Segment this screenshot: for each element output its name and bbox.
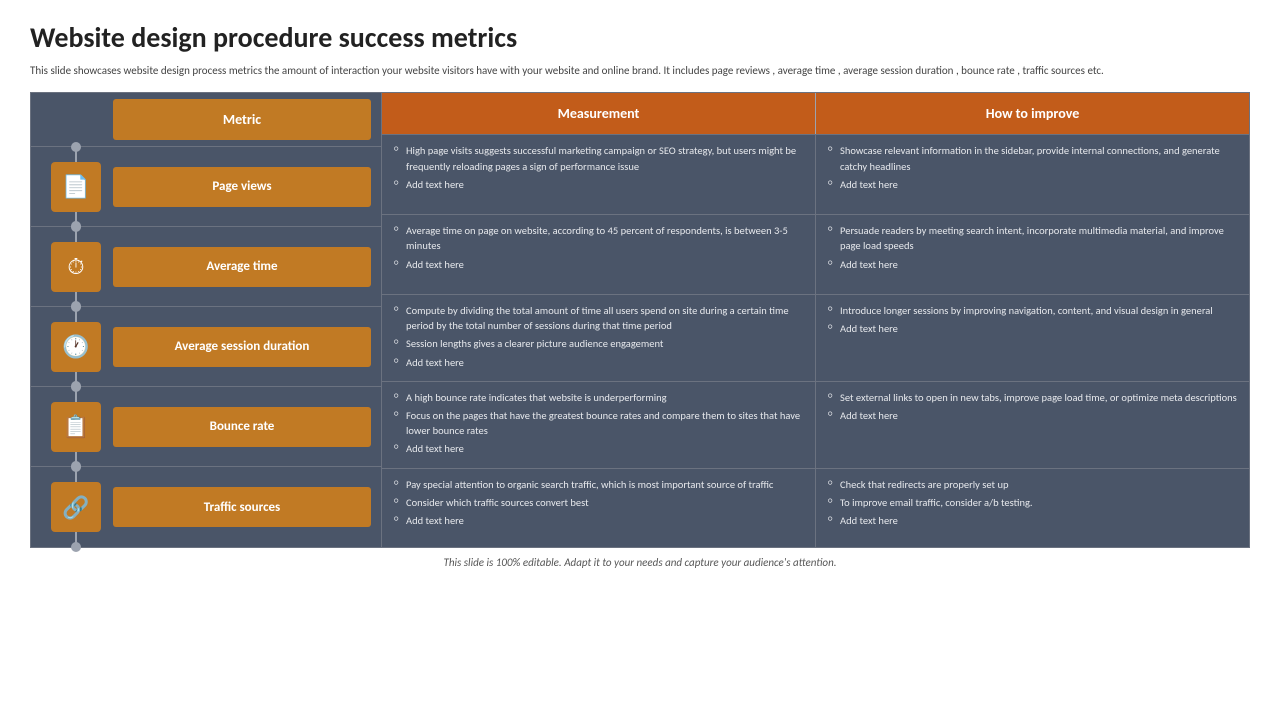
list-item: Add text here xyxy=(394,513,803,528)
list-item: Compute by dividing the total amount of … xyxy=(394,303,803,333)
metric-icon-bounce-rate: 📋 xyxy=(51,402,101,452)
metric-label-average-session-duration: Average session duration xyxy=(113,327,371,367)
table-row-average-time: Average time on page on website, accordi… xyxy=(382,214,1249,294)
how-cell-average-session-duration: Introduce longer sessions by improving n… xyxy=(816,295,1249,381)
measurement-cell-traffic-sources: Pay special attention to organic search … xyxy=(382,469,816,548)
list-item: Introduce longer sessions by improving n… xyxy=(828,303,1237,318)
table-row-page-views: High page visits suggests successful mar… xyxy=(382,134,1249,214)
metric-icon-average-time: ⏱ xyxy=(51,242,101,292)
content-area: Metric 📄 Page views ⏱ Average time 🕐 Average … xyxy=(30,92,1250,548)
metric-label-average-time: Average time xyxy=(113,247,371,287)
metric-label-traffic-sources: Traffic sources xyxy=(113,487,371,527)
list-item: Add text here xyxy=(828,257,1237,272)
list-item: Add text here xyxy=(828,321,1237,336)
measurement-cell-average-time: Average time on page on website, accordi… xyxy=(382,215,816,294)
table-row-average-session-duration: Compute by dividing the total amount of … xyxy=(382,294,1249,381)
metric-icon-page-views: 📄 xyxy=(51,162,101,212)
measurement-header: Measurement xyxy=(382,93,816,134)
how-cell-page-views: Showcase relevant information in the sid… xyxy=(816,135,1249,214)
sidebar-rows: 📄 Page views ⏱ Average time 🕐 Average session… xyxy=(31,147,381,547)
metric-label-bounce-rate: Bounce rate xyxy=(113,407,371,447)
table-header: Measurement How to improve xyxy=(382,93,1249,134)
left-sidebar: Metric 📄 Page views ⏱ Average time 🕐 Average … xyxy=(31,93,381,547)
table-row-traffic-sources: Pay special attention to organic search … xyxy=(382,468,1249,548)
how-cell-average-time: Persuade readers by meeting search inten… xyxy=(816,215,1249,294)
list-item: Set external links to open in new tabs, … xyxy=(828,390,1237,405)
metric-header: Metric xyxy=(113,99,371,140)
list-item: Pay special attention to organic search … xyxy=(394,477,803,492)
list-item: Add text here xyxy=(828,408,1237,423)
list-item: Persuade readers by meeting search inten… xyxy=(828,223,1237,253)
metric-row-average-session-duration: 🕐 Average session duration xyxy=(31,307,381,387)
measurement-cell-page-views: High page visits suggests successful mar… xyxy=(382,135,816,214)
how-to-improve-header: How to improve xyxy=(816,93,1249,134)
right-table: Measurement How to improve High page vis… xyxy=(381,93,1249,547)
slide-title: Website design procedure success metrics xyxy=(30,20,1250,55)
list-item: Showcase relevant information in the sid… xyxy=(828,143,1237,173)
list-item: A high bounce rate indicates that websit… xyxy=(394,390,803,405)
footer-text: This slide is 100% editable. Adapt it to… xyxy=(30,556,1250,569)
list-item: Consider which traffic sources convert b… xyxy=(394,495,803,510)
list-item: Check that redirects are properly set up xyxy=(828,477,1237,492)
metric-icon-traffic-sources: 🔗 xyxy=(51,482,101,532)
metric-icon-average-session-duration: 🕐 xyxy=(51,322,101,372)
list-item: Focus on the pages that have the greates… xyxy=(394,408,803,438)
list-item: Session lengths gives a clearer picture … xyxy=(394,336,803,351)
list-item: Add text here xyxy=(828,513,1237,528)
metric-rows-container: 📄 Page views ⏱ Average time 🕐 Average session… xyxy=(31,147,381,547)
list-item: Add text here xyxy=(394,441,803,456)
metric-row-page-views: 📄 Page views xyxy=(31,147,381,227)
list-item: Add text here xyxy=(394,257,803,272)
how-cell-bounce-rate: Set external links to open in new tabs, … xyxy=(816,382,1249,468)
table-row-bounce-rate: A high bounce rate indicates that websit… xyxy=(382,381,1249,468)
list-item: Average time on page on website, accordi… xyxy=(394,223,803,253)
how-cell-traffic-sources: Check that redirects are properly set up… xyxy=(816,469,1249,548)
measurement-cell-average-session-duration: Compute by dividing the total amount of … xyxy=(382,295,816,381)
list-item: Add text here xyxy=(828,177,1237,192)
table-body: High page visits suggests successful mar… xyxy=(382,134,1249,547)
slide: Website design procedure success metrics… xyxy=(0,0,1280,720)
metric-row-bounce-rate: 📋 Bounce rate xyxy=(31,387,381,467)
metric-row-average-time: ⏱ Average time xyxy=(31,227,381,307)
list-item: High page visits suggests successful mar… xyxy=(394,143,803,173)
slide-subtitle: This slide showcases website design proc… xyxy=(30,63,1230,78)
metric-row-traffic-sources: 🔗 Traffic sources xyxy=(31,467,381,547)
list-item: Add text here xyxy=(394,177,803,192)
list-item: To improve email traffic, consider a/b t… xyxy=(828,495,1237,510)
measurement-cell-bounce-rate: A high bounce rate indicates that websit… xyxy=(382,382,816,468)
metric-label-page-views: Page views xyxy=(113,167,371,207)
list-item: Add text here xyxy=(394,355,803,370)
